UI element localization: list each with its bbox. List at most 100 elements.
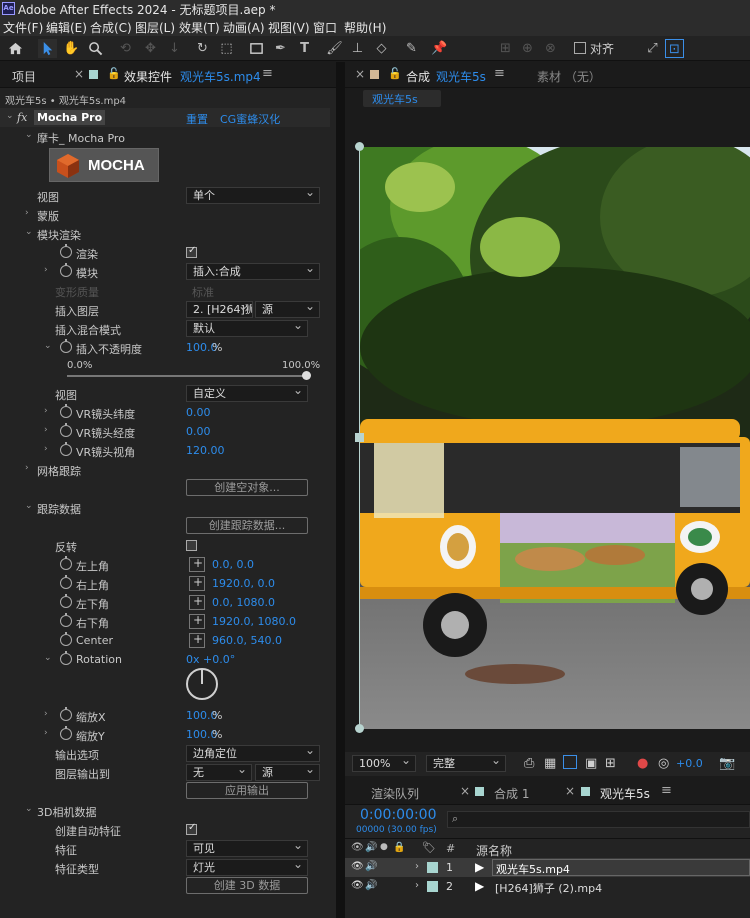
- reset-link[interactable]: 重置: [186, 111, 208, 127]
- label-tag-icon[interactable]: 🏷: [422, 841, 436, 854]
- stopwatch-icon[interactable]: [60, 556, 72, 570]
- exposure-reset-icon[interactable]: ◎: [658, 756, 669, 771]
- color-channels-icon[interactable]: ●: [637, 756, 648, 771]
- close-icon[interactable]: ×: [565, 784, 575, 798]
- composition-viewer[interactable]: [360, 147, 750, 729]
- chevron-right-icon[interactable]: ›: [44, 444, 48, 454]
- menu-window[interactable]: 窗口: [313, 19, 337, 36]
- opacity-slider-track[interactable]: [67, 375, 307, 377]
- stopwatch-icon[interactable]: [60, 632, 72, 646]
- mocha-logo-button[interactable]: MOCHA: [49, 148, 159, 182]
- menu-layer[interactable]: 图层(L): [135, 19, 175, 36]
- tab-comp1[interactable]: 合成 1: [494, 785, 529, 802]
- pan-tool-icon[interactable]: ✥: [141, 39, 160, 58]
- invert-checkbox[interactable]: [186, 540, 197, 551]
- view2-dropdown[interactable]: 自定义: [186, 385, 308, 402]
- insert-layer-dropdown[interactable]: 2. [H264]狮: [186, 301, 253, 318]
- tab-comp-label[interactable]: 合成: [406, 68, 430, 85]
- create-null-button[interactable]: 创建空对象...: [186, 479, 308, 496]
- close-icon[interactable]: ×: [460, 784, 470, 798]
- menu-edit[interactable]: 编辑(E): [46, 19, 87, 36]
- menu-view[interactable]: 视图(V): [268, 19, 310, 36]
- track-data-label[interactable]: 跟踪数据: [37, 501, 81, 517]
- matte-label[interactable]: 蒙版: [37, 208, 59, 224]
- rotation-dial[interactable]: [186, 668, 218, 700]
- crosshair-icon[interactable]: [189, 575, 205, 591]
- snap-checkbox[interactable]: [574, 42, 586, 54]
- orbit-tool-icon[interactable]: ⟲: [116, 39, 135, 58]
- stopwatch-icon[interactable]: [60, 575, 72, 589]
- chevron-right-icon[interactable]: ›: [44, 425, 48, 435]
- layer-output-dropdown[interactable]: 无: [186, 764, 252, 781]
- panel-menu-icon[interactable]: ≡: [494, 66, 505, 81]
- center-value[interactable]: 960.0, 540.0: [212, 634, 282, 647]
- layer-name[interactable]: [H264]狮子 (2).mp4: [495, 880, 602, 896]
- crosshair-icon[interactable]: [189, 556, 205, 572]
- stopwatch-icon[interactable]: [60, 423, 72, 437]
- chevron-right-icon[interactable]: ›: [415, 880, 419, 891]
- menu-help[interactable]: 帮助(H): [344, 19, 386, 36]
- chevron-down-icon[interactable]: ⌄: [25, 804, 33, 814]
- snapshot-icon[interactable]: ⎙: [524, 756, 534, 771]
- layer-visibility-icon[interactable]: 👁: [351, 861, 364, 872]
- brush-tool-icon[interactable]: 🖌: [325, 39, 344, 58]
- layer-visibility-icon[interactable]: 👁: [351, 880, 364, 891]
- stopwatch-icon[interactable]: [60, 594, 72, 608]
- rotation-value[interactable]: 0x +0.0°: [186, 653, 235, 666]
- chevron-down-icon[interactable]: ⌄: [44, 341, 52, 351]
- chevron-down-icon[interactable]: ⌄: [6, 111, 14, 121]
- apply-output-button[interactable]: 应用输出: [186, 782, 308, 799]
- menu-file[interactable]: 文件(F): [3, 19, 43, 36]
- region-icon[interactable]: ▣: [585, 756, 597, 771]
- clone-stamp-icon[interactable]: ⊥: [348, 39, 367, 58]
- timeline-search-input[interactable]: ⌕: [447, 811, 750, 828]
- expand-icon[interactable]: ⤢: [643, 39, 662, 58]
- crosshair-icon[interactable]: [189, 632, 205, 648]
- effect-name[interactable]: Mocha Pro: [34, 110, 106, 125]
- render-checkbox[interactable]: [186, 245, 197, 258]
- panel-divider[interactable]: [336, 62, 345, 918]
- exposure-value[interactable]: +0.0: [676, 757, 703, 770]
- lock-icon[interactable]: 🔒: [393, 842, 405, 853]
- view-dropdown[interactable]: 单个: [186, 187, 320, 204]
- stopwatch-icon[interactable]: [60, 244, 72, 258]
- stopwatch-icon[interactable]: [60, 613, 72, 627]
- tab-effects-label[interactable]: 效果控件: [124, 68, 172, 85]
- anchor-tool-icon[interactable]: ⬚: [217, 39, 236, 58]
- chevron-right-icon[interactable]: ›: [415, 861, 419, 872]
- tab-material[interactable]: 素材 （无）: [537, 68, 601, 85]
- layer-row[interactable]: 👁 🔊 › 2 ▶ [H264]狮子 (2).mp4: [345, 877, 750, 896]
- stopwatch-icon[interactable]: [60, 404, 72, 418]
- home-icon[interactable]: [6, 39, 25, 58]
- chevron-down-icon[interactable]: ⌄: [25, 227, 33, 237]
- tab-active-comp[interactable]: 观光车5s: [600, 785, 650, 802]
- top-left-value[interactable]: 0.0, 0.0: [212, 558, 254, 571]
- mesh-track-label[interactable]: 网格跟踪: [37, 463, 81, 479]
- type-tool-icon[interactable]: T: [295, 39, 314, 58]
- chevron-down-icon[interactable]: ⌄: [25, 130, 33, 140]
- top-right-value[interactable]: 1920.0, 0.0: [212, 577, 275, 590]
- vr-fov-value[interactable]: 120.00: [186, 444, 225, 457]
- create-3d-button[interactable]: 创建 3D 数据: [186, 877, 308, 894]
- vr-lon-value[interactable]: 0.00: [186, 425, 211, 438]
- transparency-grid-icon[interactable]: ▦: [544, 756, 556, 771]
- panel-menu-icon[interactable]: ≡: [661, 783, 672, 798]
- comp-breadcrumb-chip[interactable]: 观光车5s: [363, 90, 441, 107]
- auto-feature-checkbox[interactable]: [186, 822, 197, 835]
- vr-lat-value[interactable]: 0.00: [186, 406, 211, 419]
- chevron-right-icon[interactable]: ›: [25, 208, 29, 218]
- dolly-tool-icon[interactable]: ↓: [165, 39, 184, 58]
- layer-label-color[interactable]: [427, 881, 438, 892]
- module-dropdown[interactable]: 插入:合成: [186, 263, 320, 280]
- feature-type-dropdown[interactable]: 灯光: [186, 859, 308, 876]
- cg-link[interactable]: CG蜜蜂汉化: [220, 111, 280, 127]
- chevron-down-icon[interactable]: ⌄: [25, 501, 33, 511]
- layer-row[interactable]: 👁 🔊 › 1 ▶ 观光车5s.mp4: [345, 858, 750, 877]
- local-axis-icon[interactable]: ⊞: [496, 39, 515, 58]
- view-axis-icon[interactable]: ⊗: [541, 39, 560, 58]
- zoom-tool-icon[interactable]: [86, 39, 105, 58]
- bottom-right-value[interactable]: 1920.0, 1080.0: [212, 615, 296, 628]
- stopwatch-icon[interactable]: [60, 339, 72, 353]
- create-track-data-button[interactable]: 创建跟踪数据...: [186, 517, 308, 534]
- stopwatch-icon[interactable]: [60, 442, 72, 456]
